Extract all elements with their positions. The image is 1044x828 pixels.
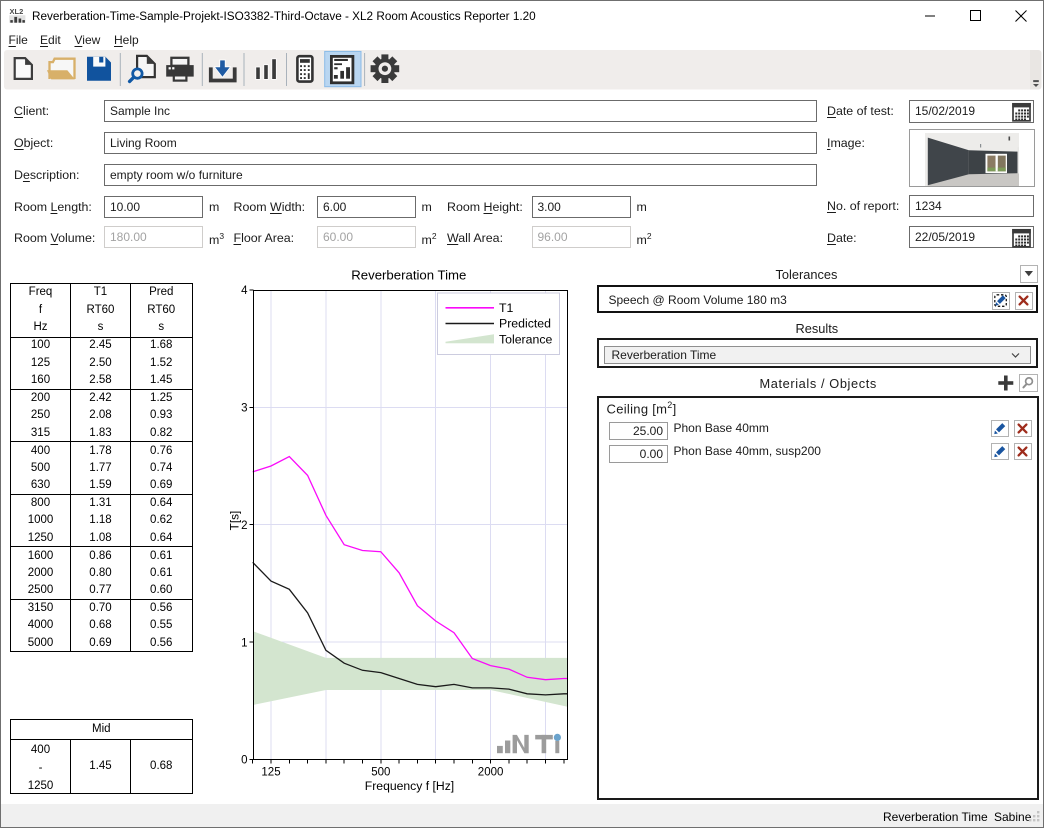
svg-text:Predicted: Predicted <box>499 317 551 331</box>
svg-text:125: 125 <box>261 767 280 779</box>
svg-text:Reverberation Time: Reverberation Time <box>351 267 466 282</box>
svg-text:4: 4 <box>241 285 248 297</box>
svg-text:1: 1 <box>241 638 247 650</box>
svg-text:2: 2 <box>241 520 247 532</box>
svg-text:0: 0 <box>241 755 247 767</box>
svg-text:500: 500 <box>371 767 390 779</box>
svg-text:T1: T1 <box>499 301 514 315</box>
svg-text:3: 3 <box>241 403 247 415</box>
svg-text:2000: 2000 <box>478 767 504 779</box>
svg-text:T[s]: T[s] <box>228 511 242 531</box>
svg-text:Frequency f [Hz]: Frequency f [Hz] <box>365 779 454 793</box>
svg-text:Tolerance: Tolerance <box>499 332 552 346</box>
